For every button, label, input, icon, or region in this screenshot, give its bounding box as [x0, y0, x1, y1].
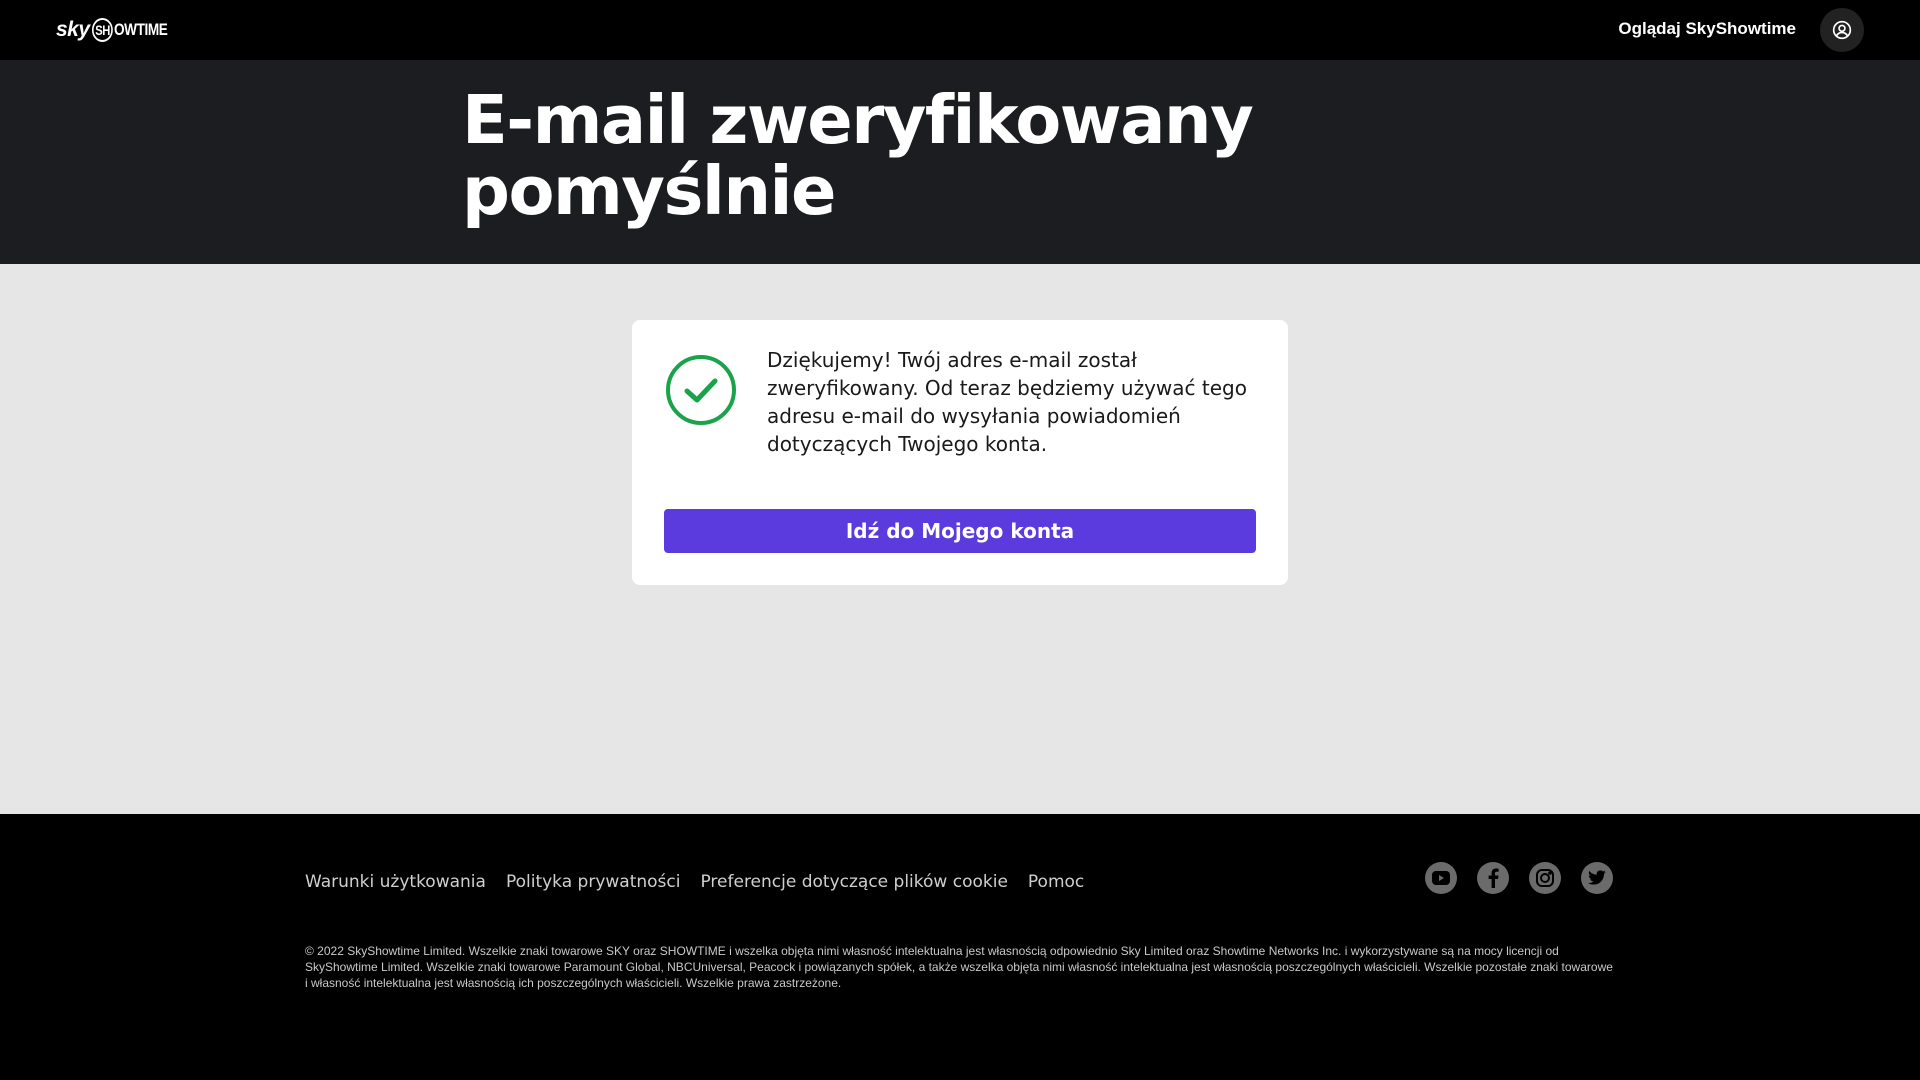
footer-links: Warunki użytkowania Polityka prywatności…: [305, 872, 1084, 892]
facebook-icon: [1488, 868, 1499, 888]
check-circle-icon: [666, 355, 736, 425]
footer-link-cookie-preferences[interactable]: Preferencje dotyczące plików cookie: [700, 872, 1007, 892]
watch-skyshowtime-link[interactable]: Oglądaj SkyShowtime: [1618, 19, 1796, 39]
logo-sky-text: sky: [56, 18, 90, 41]
verification-message: Dziękujemy! Twój adres e-mail został zwe…: [767, 348, 1247, 456]
instagram-link[interactable]: [1529, 862, 1561, 894]
youtube-link[interactable]: [1425, 862, 1457, 894]
logo-showtime-text: SH OWTIME: [91, 18, 168, 42]
footer-link-terms[interactable]: Warunki użytkowania: [305, 872, 486, 892]
facebook-link[interactable]: [1477, 862, 1509, 894]
user-circle-icon: [1832, 20, 1852, 40]
top-navigation-bar: sky SH OWTIME Oglądaj SkyShowtime: [0, 0, 1920, 60]
account-button[interactable]: [1820, 8, 1864, 52]
twitter-icon: [1588, 870, 1606, 885]
instagram-icon: [1536, 869, 1554, 887]
page-title: E-mail zweryfikowany pomyślnie: [462, 81, 1254, 230]
page-hero: E-mail zweryfikowany pomyślnie: [0, 60, 1920, 264]
logo-showtime-sh: SH: [91, 18, 113, 42]
social-links: [1425, 862, 1613, 894]
legal-notice: © 2022 SkyShowtime Limited. Wszelkie zna…: [305, 944, 1613, 990]
footer-link-privacy[interactable]: Polityka prywatności: [506, 872, 681, 892]
youtube-icon: [1432, 871, 1450, 885]
go-to-my-account-button[interactable]: Idź do Mojego konta: [664, 509, 1256, 553]
twitter-link[interactable]: [1581, 862, 1613, 894]
logo-showtime-rest: OWTIME: [113, 20, 168, 39]
skyshowtime-logo[interactable]: sky SH OWTIME: [56, 17, 186, 43]
footer: Warunki użytkowania Polityka prywatności…: [0, 814, 1920, 1080]
footer-link-help[interactable]: Pomoc: [1028, 872, 1084, 892]
verification-card: Dziękujemy! Twój adres e-mail został zwe…: [632, 320, 1288, 585]
